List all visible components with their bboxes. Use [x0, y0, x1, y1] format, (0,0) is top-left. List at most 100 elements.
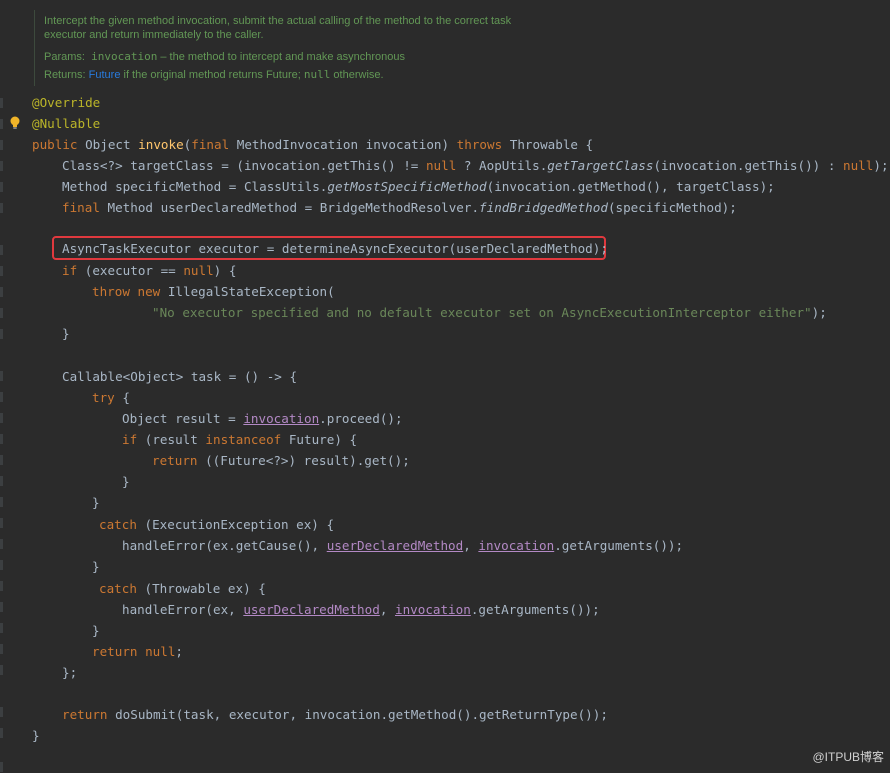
gutter-marker: [0, 287, 3, 297]
keyword: final: [62, 200, 100, 215]
javadoc-comment: Intercept the given method invocation, s…: [34, 10, 595, 86]
keyword: null: [843, 158, 874, 173]
keyword: new: [129, 284, 161, 299]
returns-label: Returns:: [44, 69, 86, 81]
code-text: Method userDeclaredMethod = BridgeMethod…: [99, 200, 480, 215]
code-text: (invocation.getMethod(), targetClass);: [486, 179, 775, 194]
gutter-marker: [0, 182, 3, 192]
code-text: };: [62, 665, 78, 680]
code-line: }: [122, 471, 130, 492]
keyword: null: [425, 158, 457, 173]
gutter-marker: [0, 455, 3, 465]
captured-variable: userDeclaredMethod: [326, 538, 464, 553]
code-text: {: [114, 390, 130, 405]
keyword: try: [92, 390, 115, 405]
code-text: (specificMethod);: [607, 200, 737, 215]
code-text: (Throwable ex) {: [136, 581, 266, 596]
returns-code: null: [303, 68, 331, 81]
returns-text: otherwise.: [330, 69, 384, 81]
gutter-marker: [0, 602, 3, 612]
string-literal: "No executor specified and no default ex…: [152, 305, 812, 320]
gutter-marker: [0, 308, 3, 318]
keyword: catch: [99, 517, 137, 532]
code-line: catch (ExecutionException ex) {: [99, 514, 334, 535]
keyword: null: [183, 263, 214, 278]
params-label: Params:: [44, 51, 85, 63]
code-line: "No executor specified and no default ex…: [152, 302, 827, 323]
code-text: }: [62, 326, 70, 341]
code-text: }: [32, 728, 40, 743]
returns-link[interactable]: Future: [89, 69, 121, 81]
gutter-marker: [0, 623, 3, 633]
code-line: @Nullable: [32, 113, 100, 134]
gutter-marker: [0, 707, 3, 717]
code-text: .getArguments());: [470, 602, 600, 617]
method-name: invoke: [138, 137, 184, 152]
gutter-marker: [0, 476, 3, 486]
code-text: Object: [77, 137, 139, 152]
captured-variable: invocation: [394, 602, 471, 617]
code-line: final Method userDeclaredMethod = Bridge…: [62, 197, 737, 218]
code-text: ? AopUtils.: [456, 158, 548, 173]
keyword: throws: [456, 137, 503, 152]
captured-variable: invocation: [478, 538, 555, 553]
gutter-marker: [0, 413, 3, 423]
annotation: @Nullable: [32, 116, 101, 131]
code-text: (result: [137, 432, 206, 447]
code-text: }: [92, 559, 100, 574]
code-text: IllegalStateException(: [160, 284, 335, 299]
gutter-marker: [0, 497, 3, 507]
doc-returns: Returns: Future if the original method r…: [44, 68, 384, 81]
keyword: if: [62, 263, 78, 278]
gutter-marker: [0, 371, 3, 381]
code-text: ) {: [213, 263, 237, 278]
watermark: @ITPUB博客: [812, 750, 884, 764]
code-line: handleError(ex, userDeclaredMethod, invo…: [122, 599, 600, 620]
code-line: }: [32, 725, 40, 746]
code-text: Future) {: [281, 432, 358, 447]
code-text: Class<?> targetClass = (invocation.getTh…: [62, 158, 426, 173]
params-text: – the method to intercept and make async…: [157, 51, 405, 63]
gutter-marker: [0, 644, 3, 654]
code-line: return doSubmit(task, executor, invocati…: [62, 704, 608, 725]
gutter-marker: [0, 434, 3, 444]
code-line: }: [92, 620, 100, 641]
code-text: Throwable {: [502, 137, 594, 152]
code-line: }: [62, 323, 70, 344]
code-text: MethodInvocation invocation): [229, 137, 457, 152]
code-text: ,: [463, 538, 479, 553]
code-text: ;: [175, 644, 184, 659]
code-text: handleError(ex.getCause(),: [122, 538, 327, 553]
gutter-marker: [0, 203, 3, 213]
static-method: findBridgedMethod: [479, 200, 608, 215]
code-text: }: [92, 623, 100, 638]
keyword: public: [32, 137, 78, 152]
gutter-marker: [0, 560, 3, 570]
captured-variable: userDeclaredMethod: [243, 602, 380, 617]
keyword: return: [62, 707, 108, 722]
doc-params: Params: invocation – the method to inter…: [44, 50, 405, 63]
gutter-marker: [0, 266, 3, 276]
code-text: ,: [379, 602, 395, 617]
keyword: null: [137, 644, 176, 659]
static-method: getMostSpecificMethod: [327, 179, 487, 194]
code-text: (ExecutionException ex) {: [136, 517, 335, 532]
code-line: Method specificMethod = ClassUtils.getMo…: [62, 176, 775, 197]
code-line: };: [62, 662, 77, 683]
keyword: instanceof: [205, 432, 282, 447]
keyword: return: [92, 644, 138, 659]
lightbulb-icon[interactable]: [9, 116, 21, 130]
code-line: @Override: [32, 92, 100, 113]
code-text: }: [92, 495, 100, 510]
code-text: (executor ==: [77, 263, 184, 278]
code-line: throw new IllegalStateException(: [92, 281, 335, 302]
doc-description-line: Intercept the given method invocation, s…: [44, 15, 512, 27]
annotation: @Override: [32, 95, 101, 110]
code-line: if (executor == null) {: [62, 260, 236, 281]
gutter-marker: [0, 245, 3, 255]
code-line: }: [92, 556, 100, 577]
code-text: }: [122, 474, 130, 489]
doc-description-line: executor and return immediately to the c…: [44, 29, 264, 41]
keyword: if: [122, 432, 138, 447]
code-editor[interactable]: Intercept the given method invocation, s…: [0, 0, 890, 773]
